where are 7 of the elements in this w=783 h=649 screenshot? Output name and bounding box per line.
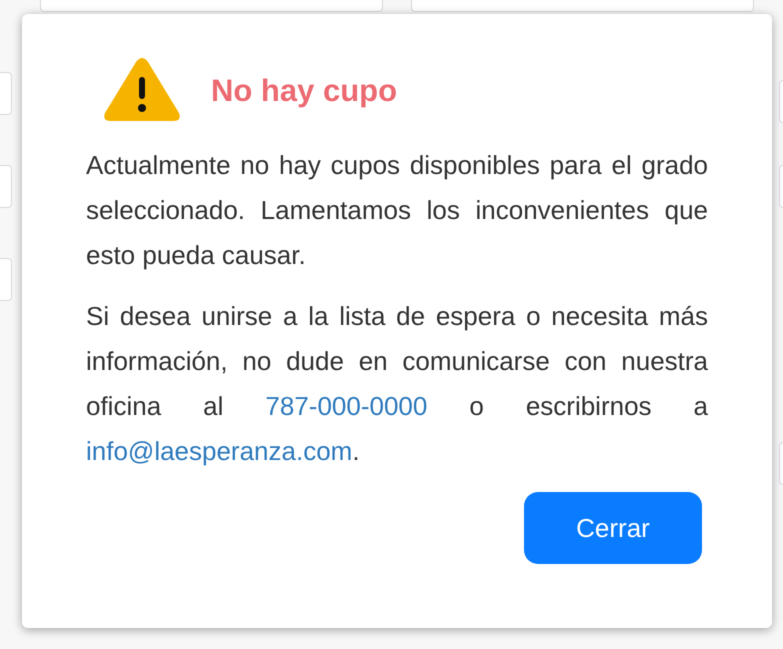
warning-icon [103,57,181,123]
contact-link[interactable]: 787-000-0000 [265,391,428,421]
contact-link[interactable]: info@laesperanza.com [86,436,352,466]
close-button[interactable]: Cerrar [524,492,702,564]
message-text: Actualmente no hay cupos disponibles para el grado seleccionado. Lamentamos los inconvenientes que esto pueda causar. [86,149,708,272]
dialog-title: No hay cupo [211,72,398,110]
message-text: Si desea unirse a la lista de espera o necesita más información, no dude en comunicarse con nuestra oficina al 787-000-0000 o escribirnos a info@laesperanza.com. [86,300,708,468]
